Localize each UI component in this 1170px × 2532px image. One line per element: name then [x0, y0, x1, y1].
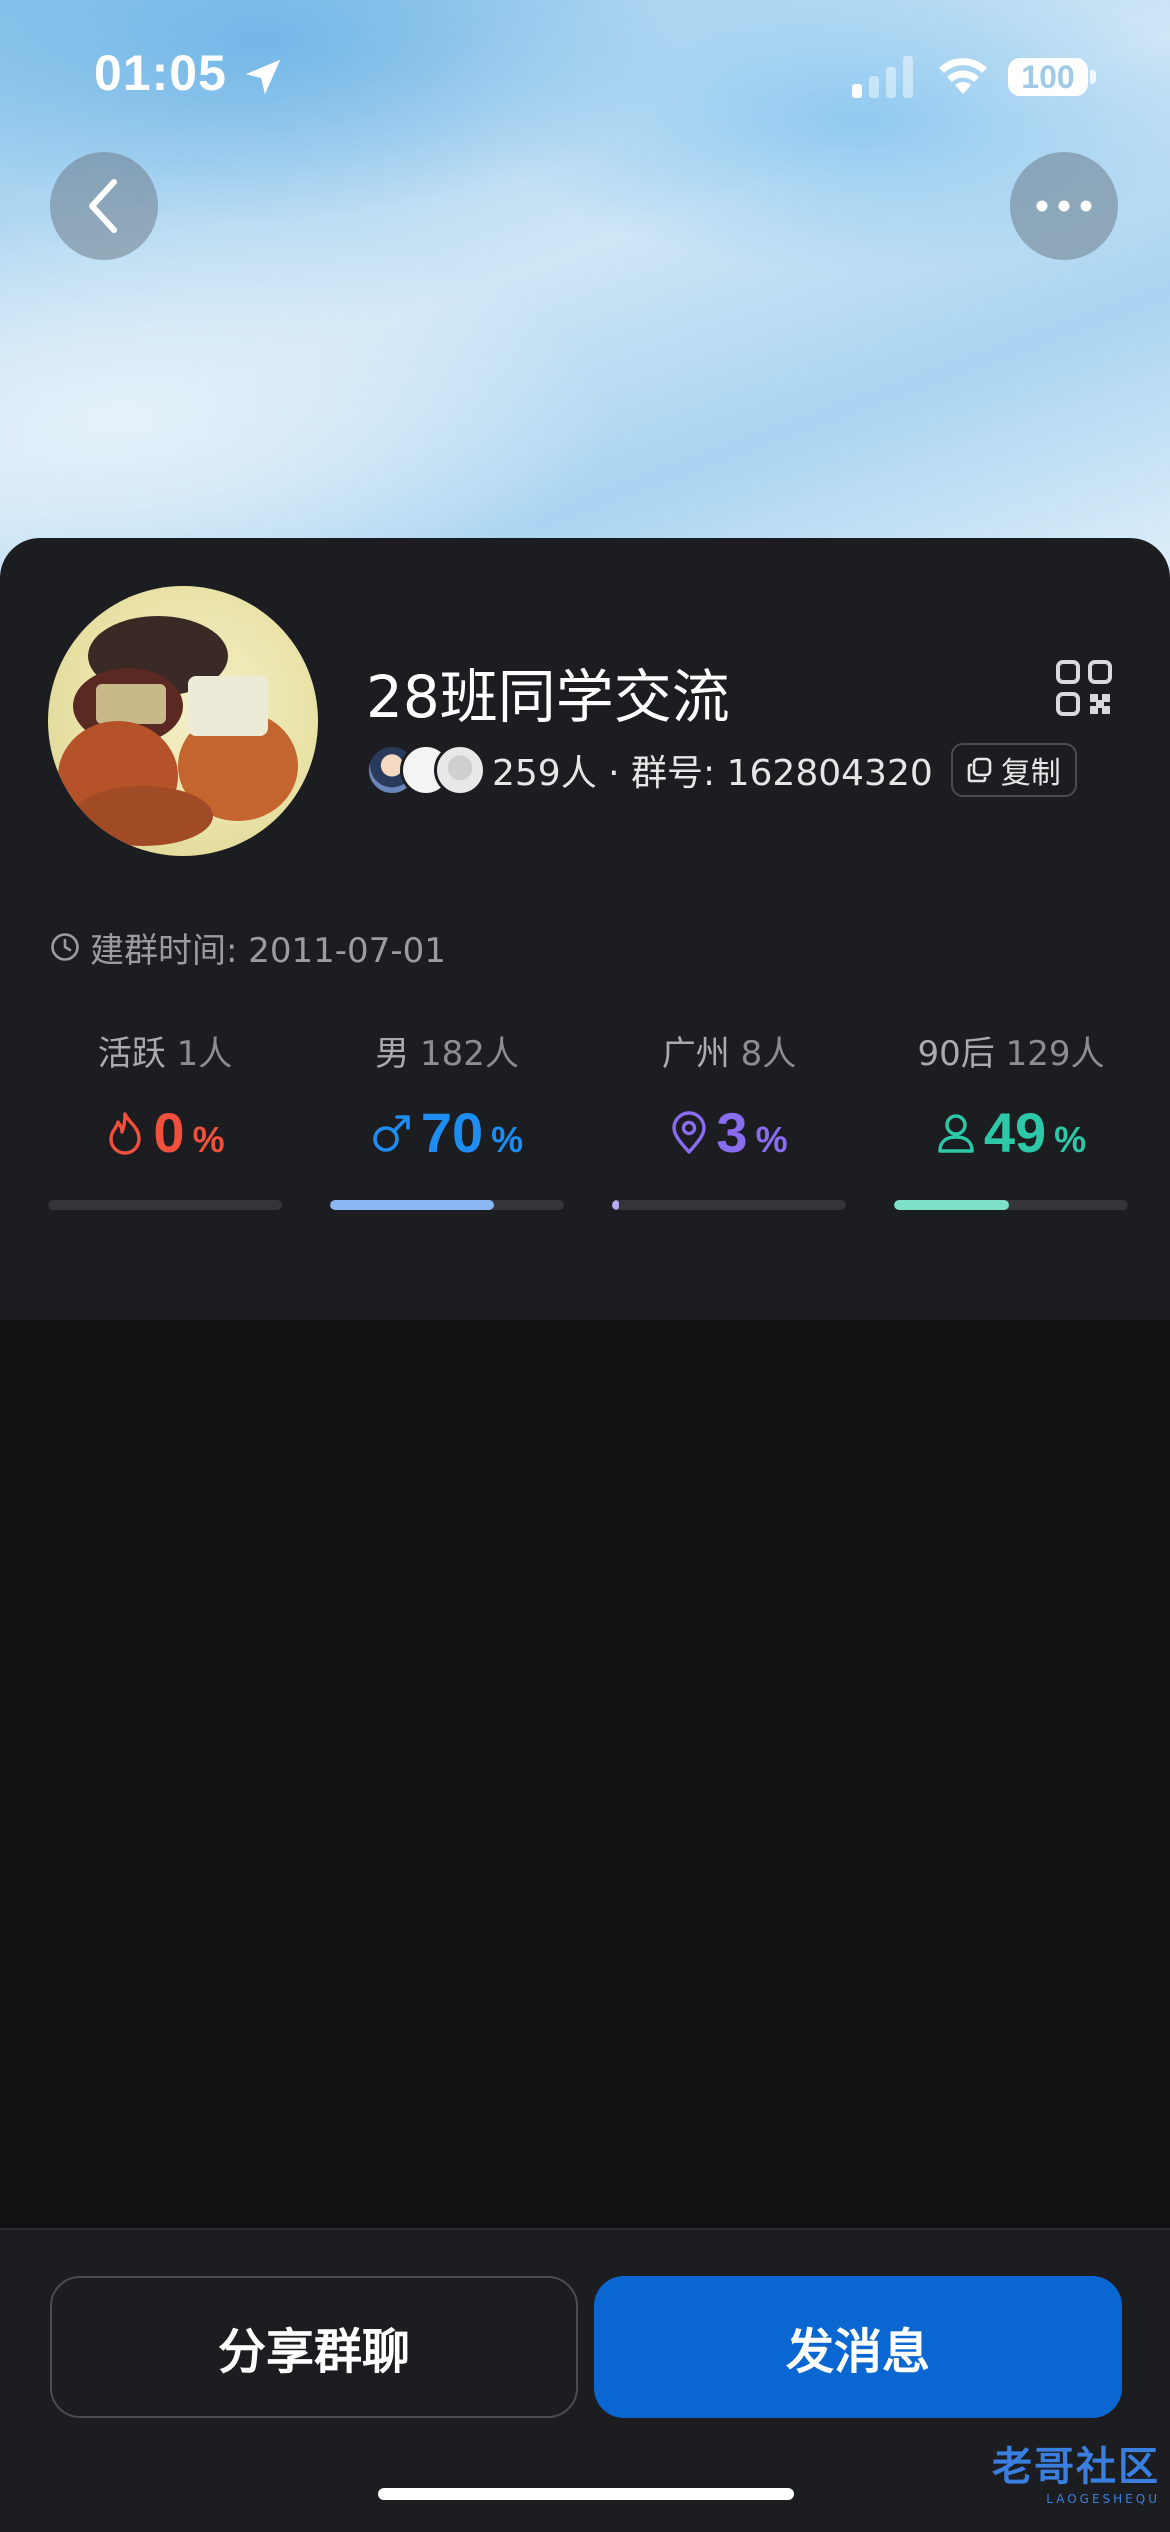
created-time: 建群时间: 2011-07-01: [50, 922, 446, 972]
copy-label: 复制: [1000, 756, 1061, 791]
male-icon: [373, 1114, 410, 1152]
battery-tip: [1090, 70, 1096, 84]
stat-active[interactable]: 活跃 1人 0%: [48, 1020, 282, 1230]
stat-progress-fill: [330, 1200, 494, 1210]
ellipsis-icon: [1036, 200, 1092, 212]
watermark-logo: 老哥社区 LAOGESHEQU: [992, 2444, 1160, 2506]
more-button[interactable]: [1010, 152, 1118, 260]
member-avatar: [434, 744, 486, 796]
stat-label: 90后 129人: [917, 1034, 1105, 1074]
status-time: 01:05: [94, 45, 227, 101]
stat-progress-track: [330, 1200, 564, 1210]
chevron-left-icon: [89, 179, 117, 233]
created-time-text: 建群时间: 2011-07-01: [90, 930, 446, 971]
copy-icon: [967, 757, 992, 783]
stat-progress-track: [48, 1200, 282, 1210]
member-avatars[interactable]: [366, 742, 486, 798]
group-stats: 活跃 1人 0% 男 182人 70% 广州 8人 3% 90后 129人 49…: [48, 1020, 1128, 1230]
group-avatar[interactable]: [48, 586, 318, 856]
home-indicator[interactable]: [378, 2488, 794, 2500]
stat-value: 3%: [612, 1100, 846, 1165]
share-group-button[interactable]: 分享群聊: [50, 2276, 578, 2418]
stat-age[interactable]: 90后 129人 49%: [894, 1020, 1128, 1230]
stat-value: 49%: [894, 1100, 1128, 1165]
stat-progress-track: [894, 1200, 1128, 1210]
member-count-and-group-id: 259人 · 群号: 162804320: [492, 753, 933, 794]
stat-progress-fill: [612, 1200, 620, 1210]
group-avatar-image: [58, 616, 298, 846]
stat-label: 男 182人: [375, 1034, 519, 1074]
flame-icon: [109, 1111, 142, 1155]
status-bar: 01:05 100: [0, 0, 1170, 150]
clock-icon: [51, 933, 79, 961]
qr-code-icon[interactable]: [1056, 660, 1112, 716]
battery-indicator: 100: [1008, 58, 1088, 96]
location-pin-icon: [672, 1110, 707, 1154]
stat-label: 广州 8人: [661, 1034, 797, 1074]
stat-value: 0%: [48, 1100, 282, 1165]
wifi-icon: [939, 58, 987, 94]
send-message-button[interactable]: 发消息: [594, 2276, 1122, 2418]
stat-value: 70%: [330, 1100, 564, 1165]
members-row: 259人 · 群号: 162804320 复制: [366, 742, 1077, 798]
stat-progress-track: [612, 1200, 846, 1210]
back-button[interactable]: [50, 152, 158, 260]
stat-male[interactable]: 男 182人 70%: [330, 1020, 564, 1230]
location-arrow-icon: [245, 59, 281, 95]
stat-location[interactable]: 广州 8人 3%: [612, 1020, 846, 1230]
group-name: 28班同学交流: [366, 663, 730, 731]
cellular-signal-icon: [852, 56, 913, 98]
copy-group-id-button[interactable]: 复制: [950, 743, 1077, 797]
stat-label: 活跃 1人: [97, 1034, 233, 1074]
battery-level: 100: [1021, 58, 1075, 95]
stat-progress-fill: [894, 1200, 1009, 1210]
person-icon: [938, 1113, 974, 1153]
